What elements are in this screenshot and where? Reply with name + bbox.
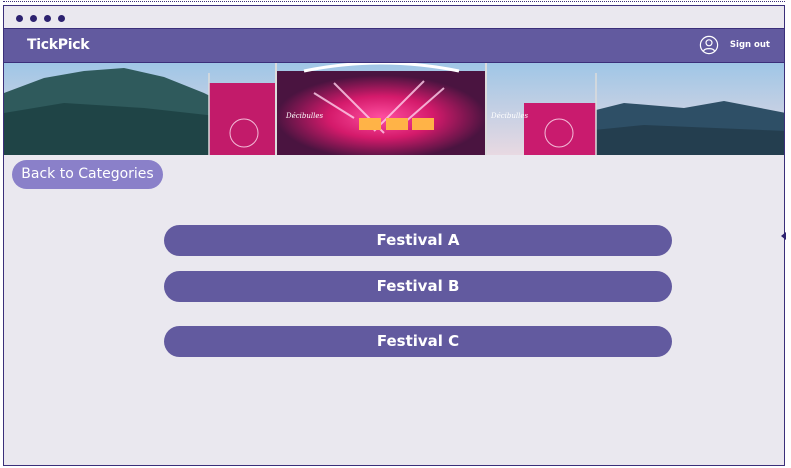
festival-a-button[interactable]: Festival A — [164, 225, 672, 256]
scroll-arrow-icon[interactable] — [781, 232, 786, 240]
festival-c-button[interactable]: Festival C — [164, 326, 672, 357]
festival-b-button[interactable]: Festival B — [164, 271, 672, 302]
app-header: TickPick Sign out — [4, 29, 784, 63]
signout-link[interactable]: Sign out — [730, 40, 770, 50]
user-circle-icon[interactable] — [699, 35, 719, 55]
stage-sign-left: Décibulles — [285, 112, 324, 120]
browser-window: TickPick Sign out Décibulles Décibulles … — [3, 5, 786, 466]
user-menu: Sign out — [699, 35, 770, 55]
stage-sign-right: Décibulles — [490, 112, 529, 120]
window-controls — [16, 15, 65, 22]
window-dot-4 — [58, 15, 65, 22]
window-dot-2 — [30, 15, 37, 22]
brand-logo[interactable]: TickPick — [27, 37, 90, 53]
window-top-border — [3, 1, 785, 2]
window-dot-3 — [44, 15, 51, 22]
window-dot-1 — [16, 15, 23, 22]
concert-stage-banner: Décibulles Décibulles — [4, 63, 784, 155]
back-to-categories-button[interactable]: Back to Categories — [12, 160, 163, 189]
